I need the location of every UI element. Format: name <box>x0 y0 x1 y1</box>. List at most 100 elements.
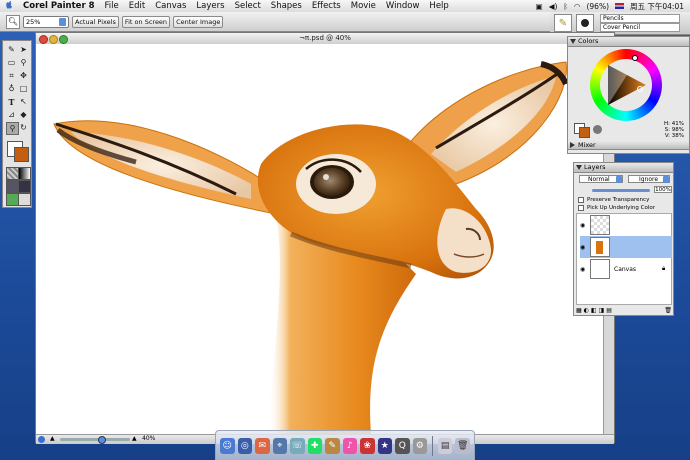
app-menu[interactable]: Corel Painter 8 <box>18 1 100 11</box>
mail-icon[interactable]: ✉ <box>255 437 270 454</box>
flag-icon[interactable] <box>615 3 624 9</box>
opacity-slider[interactable] <box>592 189 650 192</box>
rectangle-select-icon[interactable]: ▭ <box>6 57 17 68</box>
pick-up-underlying-option[interactable]: Pick Up Underlying Color <box>578 205 655 211</box>
menu-layers[interactable]: Layers <box>191 1 229 11</box>
trash-icon[interactable]: 🗑︎ <box>664 307 672 314</box>
checkbox[interactable] <box>578 197 584 203</box>
view-mode-icon[interactable] <box>38 436 45 443</box>
preserve-transparency-option[interactable]: Preserve Transparency <box>578 197 649 203</box>
eye-icon[interactable]: ◉ <box>580 244 588 251</box>
paint-bucket-icon[interactable]: ◆ <box>18 109 29 120</box>
crop-tool-icon[interactable]: ⌗ <box>6 70 17 81</box>
brush-category-name[interactable]: Pencils <box>600 14 680 23</box>
safari-icon[interactable]: ⌖ <box>272 437 287 454</box>
eye-icon[interactable]: ◉ <box>580 222 588 229</box>
colors-palette-title-bar[interactable]: Colors <box>568 37 689 47</box>
menu-window[interactable]: Window <box>381 1 425 11</box>
canvas-area[interactable] <box>36 44 603 434</box>
volume-icon[interactable]: ◀) <box>549 2 558 11</box>
apple-menu[interactable] <box>0 0 18 12</box>
center-image-button[interactable]: Center Image <box>173 15 224 28</box>
zoom-slider-thumb[interactable] <box>98 436 106 444</box>
zoom-slider[interactable] <box>60 438 130 441</box>
magnifier-icon[interactable]: 🔍︎ <box>6 14 20 29</box>
menu-effects[interactable]: Effects <box>307 1 346 11</box>
pen-tool-icon[interactable]: ♁ <box>6 83 17 94</box>
imovie-icon[interactable]: ★ <box>377 437 392 454</box>
itunes-icon[interactable]: ♪ <box>342 437 357 454</box>
checkbox[interactable] <box>578 205 584 211</box>
palette-additional-color[interactable] <box>579 127 590 138</box>
layer-row[interactable]: ◉ <box>580 214 672 236</box>
brush-variant-name[interactable]: Cover Pencil <box>600 23 680 32</box>
zoom-out-icon[interactable]: ▲ <box>50 435 55 442</box>
layer-row[interactable]: ◉ Canvas <box>580 258 672 280</box>
shape-selection-icon[interactable]: ↖ <box>18 96 29 107</box>
layers-palette-title-bar[interactable]: Layers <box>574 163 673 173</box>
move-tool-icon[interactable]: ✥ <box>18 70 29 81</box>
brush-tool-icon[interactable]: ✎ <box>6 44 17 55</box>
collapse-triangle-icon[interactable] <box>570 39 576 44</box>
opacity-value[interactable]: 100% <box>654 186 672 193</box>
zoom-level-select[interactable]: 25% <box>23 15 69 28</box>
saturation-value-triangle[interactable] <box>602 61 650 109</box>
collapse-triangle-icon[interactable] <box>576 165 582 170</box>
dropper-tool-icon[interactable]: ⊿ <box>6 109 17 120</box>
rotate-page-icon[interactable]: ↻ <box>18 122 29 133</box>
menu-edit[interactable]: Edit <box>124 1 150 11</box>
composite-method-select[interactable]: Ignore <box>628 175 670 183</box>
selection-arrow-icon[interactable]: ➤ <box>18 44 29 55</box>
dynamic-plugins-icon[interactable]: ◐ <box>584 307 589 314</box>
network-icon[interactable]: ◎ <box>237 437 252 454</box>
close-button[interactable] <box>39 35 48 44</box>
gradient-selector-icon[interactable] <box>18 167 31 180</box>
layer-mask-icon[interactable]: ◧ <box>591 307 597 314</box>
lock-icon[interactable]: 🔒︎ <box>662 265 665 273</box>
shape-tool-icon[interactable]: □ <box>18 83 29 94</box>
color-swatch-additional[interactable] <box>14 147 29 162</box>
layer-commands-icon[interactable]: ▦ <box>576 307 582 314</box>
addressbook-icon[interactable]: ✚ <box>307 437 322 454</box>
zoom-button[interactable] <box>59 35 68 44</box>
brush-variant-icon[interactable] <box>576 14 594 32</box>
bluetooth-icon[interactable]: ᛒ <box>563 2 568 11</box>
look-selector-icon[interactable] <box>18 193 31 206</box>
system-preferences-icon[interactable]: ⚙ <box>412 437 427 454</box>
blend-mode-select[interactable]: Normal <box>579 175 623 183</box>
text-tool-icon[interactable]: T <box>6 96 17 107</box>
battery-indicator[interactable]: (96%) <box>586 2 609 11</box>
finder-icon[interactable]: ☺ <box>220 437 235 454</box>
menu-canvas[interactable]: Canvas <box>150 1 191 11</box>
new-layer-icon[interactable]: ▤ <box>606 307 612 314</box>
zoom-in-icon[interactable]: ▲ <box>132 435 137 442</box>
fit-on-screen-button[interactable]: Fit on Screen <box>121 15 171 28</box>
menu-shapes[interactable]: Shapes <box>266 1 307 11</box>
quicktime-icon[interactable]: Q <box>395 437 410 454</box>
minimize-button[interactable] <box>49 35 58 44</box>
color-picker-marker[interactable] <box>637 86 643 92</box>
menu-select[interactable]: Select <box>230 1 266 11</box>
ichat-icon[interactable]: ☏ <box>290 437 305 454</box>
mixer-title-bar[interactable]: Mixer <box>568 141 689 150</box>
actual-pixels-button[interactable]: Actual Pixels <box>72 15 119 28</box>
weaving-selector-icon[interactable] <box>18 180 31 193</box>
hue-marker[interactable] <box>632 55 638 61</box>
painter-icon[interactable]: ✎ <box>325 437 340 454</box>
display-icon[interactable]: ▣ <box>536 2 543 11</box>
document-icon[interactable]: ▤ <box>437 437 453 454</box>
brush-category-icon[interactable]: ✎ <box>554 14 572 32</box>
wifi-icon[interactable]: ◠ <box>574 2 581 11</box>
layer-row-selected[interactable]: ◉ <box>580 236 672 258</box>
menu-help[interactable]: Help <box>424 1 453 11</box>
visibility-mask-icon[interactable]: ◨ <box>599 307 605 314</box>
magic-wand-icon[interactable]: ⚲ <box>18 57 29 68</box>
iphoto-icon[interactable]: ❀ <box>360 437 375 454</box>
trash-icon[interactable]: 🗑︎ <box>455 437 470 454</box>
menu-movie[interactable]: Movie <box>346 1 381 11</box>
expand-triangle-icon[interactable] <box>570 142 575 148</box>
menu-file[interactable]: File <box>100 1 124 11</box>
clone-color-icon[interactable] <box>593 125 602 134</box>
clock[interactable]: 周五 下午04:01 <box>630 1 684 12</box>
eye-icon[interactable]: ◉ <box>580 266 588 273</box>
